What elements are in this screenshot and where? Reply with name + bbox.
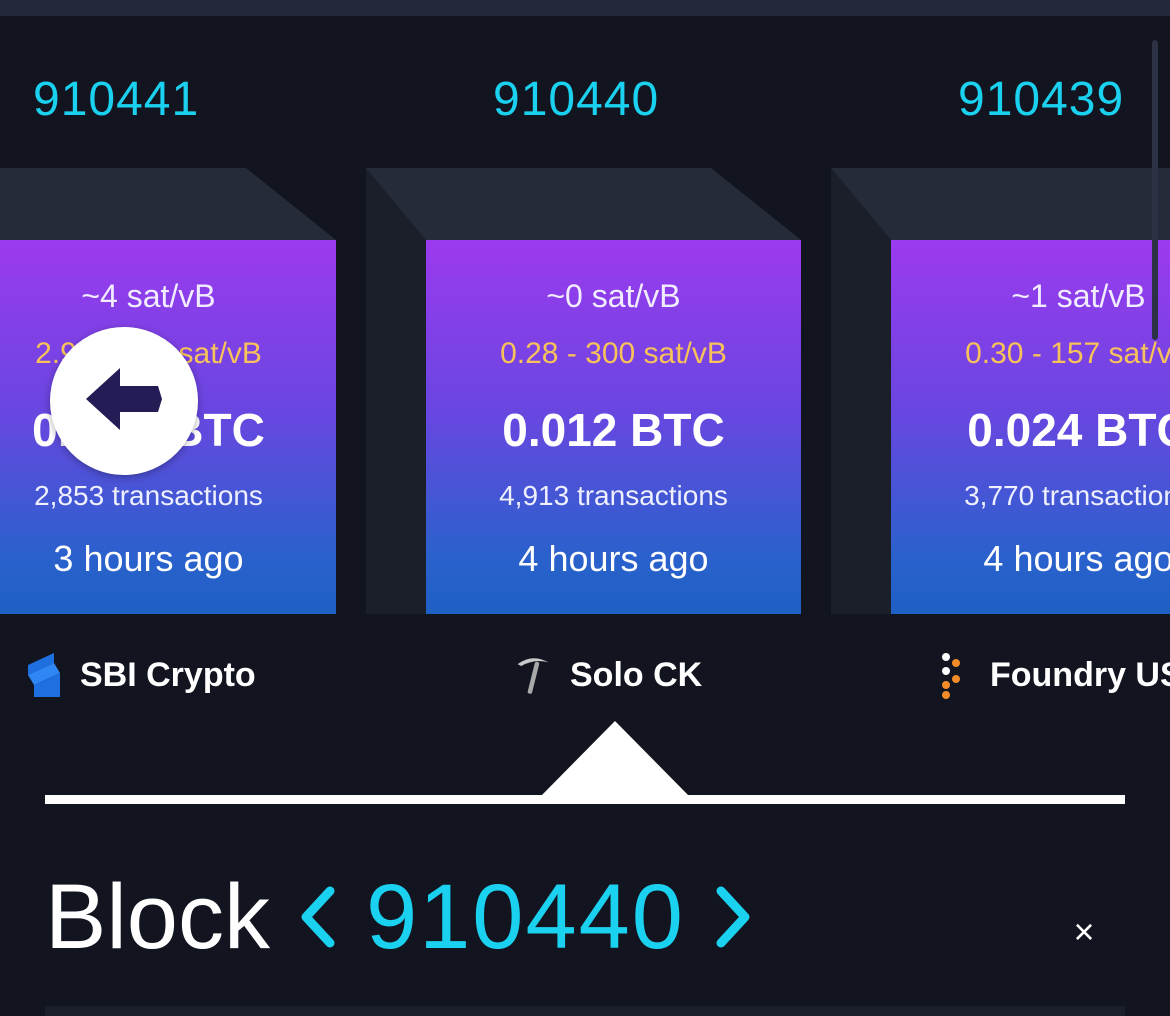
- chevron-right-icon: [716, 886, 750, 948]
- pool-name: SBI Crypto: [80, 655, 256, 694]
- block-total: 0.024 BTC: [967, 404, 1170, 456]
- block-age: 3 hours ago: [53, 538, 244, 579]
- block-height-label[interactable]: 910439: [958, 72, 1124, 127]
- block-title: Block 910440: [45, 862, 781, 972]
- arrow-left-icon: [82, 364, 166, 439]
- divider-line: [45, 795, 1125, 804]
- foundry-logo-icon: [934, 651, 972, 699]
- content-panel-edge: [45, 1006, 1125, 1016]
- block-front-face: ~1 sat/vB 0.30 - 157 sat/vB 0.024 BTC 3,…: [891, 240, 1170, 614]
- block-top-face: [366, 168, 801, 240]
- median-fee: ~1 sat/vB: [1011, 278, 1146, 314]
- transaction-count: 3,770 transactions: [964, 480, 1170, 511]
- block-card[interactable]: ~1 sat/vB 0.30 - 157 sat/vB 0.024 BTC 3,…: [831, 168, 1170, 614]
- transaction-count: 4,913 transactions: [499, 480, 728, 511]
- mining-pool[interactable]: SBI Crypto: [24, 650, 256, 700]
- transaction-count: 2,853 transactions: [34, 480, 263, 511]
- block-card-selected[interactable]: ~0 sat/vB 0.28 - 300 sat/vB 0.012 BTC 4,…: [366, 168, 801, 614]
- block-side-face: [366, 168, 426, 614]
- block-age: 4 hours ago: [518, 538, 709, 579]
- scrollbar[interactable]: [1152, 40, 1158, 340]
- back-button[interactable]: [50, 327, 198, 475]
- block-height-label[interactable]: 910440: [493, 72, 659, 127]
- block-top-face: [0, 168, 336, 240]
- median-fee: ~0 sat/vB: [546, 278, 681, 314]
- fee-range: 0.28 - 300 sat/vB: [500, 337, 727, 370]
- sbi-crypto-logo-icon: [24, 651, 62, 699]
- pool-name: Solo CK: [570, 655, 703, 694]
- next-block-button[interactable]: [707, 877, 759, 957]
- block-total: 0.012 BTC: [502, 404, 725, 456]
- pickaxe-icon: [514, 651, 552, 699]
- median-fee: ~4 sat/vB: [81, 278, 216, 314]
- block-age: 4 hours ago: [983, 538, 1170, 579]
- block-height-label[interactable]: 910441: [33, 72, 199, 127]
- page-title: Block: [45, 865, 270, 968]
- block-side-face: [831, 168, 891, 614]
- pool-name: Foundry USA: [990, 655, 1170, 694]
- fee-range: 0.30 - 157 sat/vB: [965, 337, 1170, 370]
- mining-pool[interactable]: Foundry USA: [934, 650, 1170, 700]
- close-button[interactable]: ×: [1064, 911, 1104, 952]
- mining-pool[interactable]: Solo CK: [514, 650, 702, 700]
- block-number: 910440: [365, 865, 685, 968]
- previous-block-button[interactable]: [292, 877, 344, 957]
- block-front-face: ~0 sat/vB 0.28 - 300 sat/vB 0.012 BTC 4,…: [426, 240, 801, 614]
- chevron-left-icon: [301, 886, 335, 948]
